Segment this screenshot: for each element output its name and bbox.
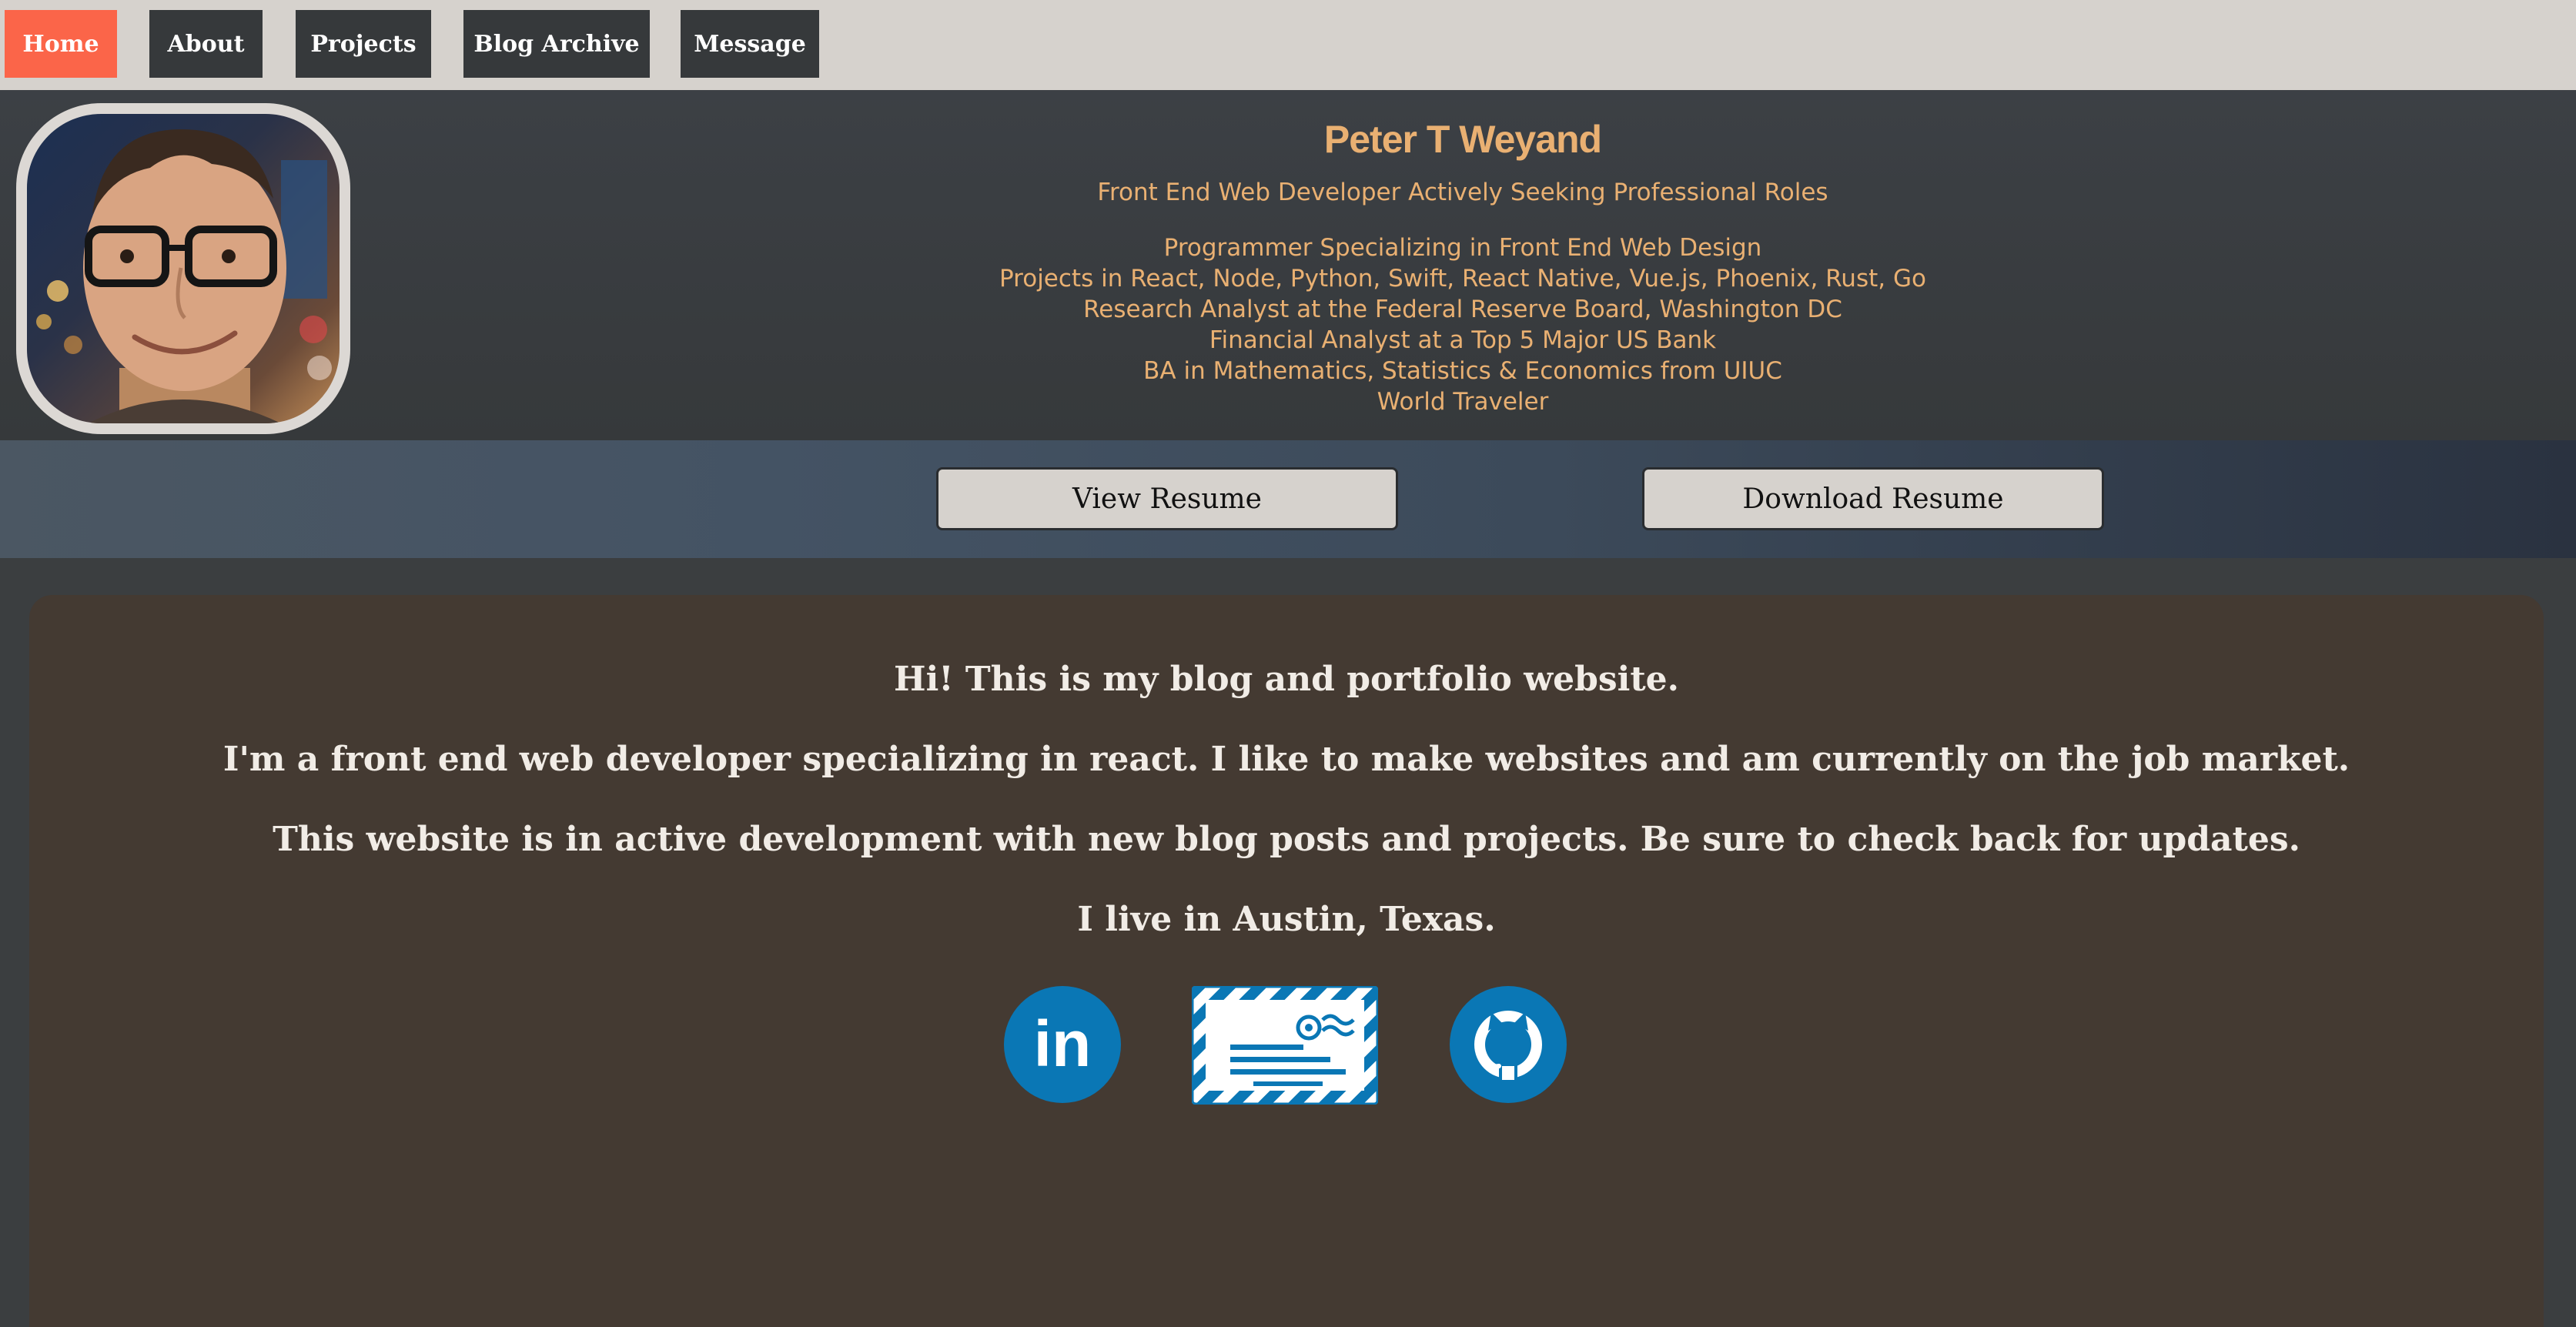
linkedin-icon-text: in xyxy=(1034,1008,1092,1080)
avatar-portrait xyxy=(36,129,332,423)
top-nav-bar: Home About Projects Blog Archive Message xyxy=(0,0,2576,90)
highlight-line: World Traveler xyxy=(1377,388,1549,416)
intro-location: I live in Austin, Texas. xyxy=(1077,900,1496,939)
intro-development: This website is in active development wi… xyxy=(273,820,2300,859)
avatar xyxy=(27,114,340,423)
highlight-line: Projects in React, Node, Python, Swift, … xyxy=(999,265,1926,292)
message-link[interactable] xyxy=(1191,985,1379,1105)
github-link[interactable] xyxy=(1450,986,1567,1103)
profile-header: Peter T Weyand Front End Web Developer A… xyxy=(0,90,2576,440)
highlight-line: Research Analyst at the Federal Reserve … xyxy=(1083,296,1842,323)
nav-about-button[interactable]: About xyxy=(149,10,263,78)
linkedin-icon: in xyxy=(1004,986,1121,1103)
download-resume-button[interactable]: Download Resume xyxy=(1642,467,2104,530)
intro-card: Hi! This is my blog and portfolio websit… xyxy=(29,595,2544,1327)
profile-subtitle: Front End Web Developer Actively Seeking… xyxy=(1097,179,1828,206)
profile-name: Peter T Weyand xyxy=(1323,118,1602,161)
intro-greeting: Hi! This is my blog and portfolio websit… xyxy=(894,660,1679,699)
highlight-line: BA in Mathematics, Statistics & Economic… xyxy=(1143,357,1782,385)
profile-highlights: Programmer Specializing in Front End Web… xyxy=(847,232,2079,417)
nav-message-button[interactable]: Message xyxy=(681,10,819,78)
mail-icon xyxy=(1191,985,1379,1105)
nav-blog-archive-button[interactable]: Blog Archive xyxy=(463,10,650,78)
intro-about: I'm a front end web developer specializi… xyxy=(222,740,2350,779)
github-icon xyxy=(1450,986,1567,1103)
highlight-line: Programmer Specializing in Front End Web… xyxy=(1163,234,1762,262)
nav-home-button[interactable]: Home xyxy=(5,10,117,78)
resume-bar: View Resume Download Resume xyxy=(0,440,2576,558)
nav-projects-button[interactable]: Projects xyxy=(296,10,431,78)
linkedin-link[interactable]: in xyxy=(1004,986,1121,1103)
highlight-line: Financial Analyst at a Top 5 Major US Ba… xyxy=(1209,326,1717,354)
view-resume-button[interactable]: View Resume xyxy=(936,467,1398,530)
avatar-frame xyxy=(16,103,350,434)
